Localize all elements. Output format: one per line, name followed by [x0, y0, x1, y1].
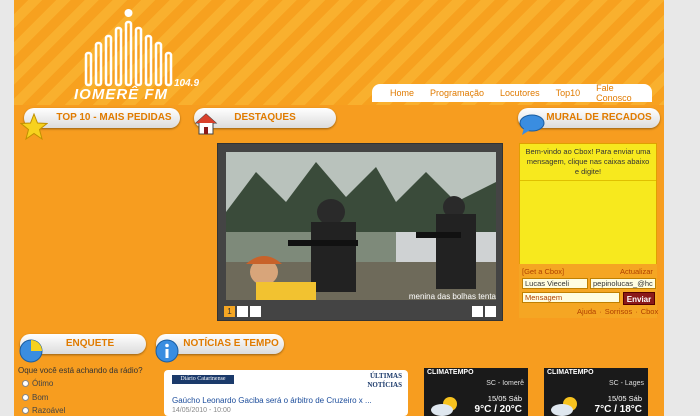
- cbox-name-field[interactable]: Lucas Vieceli: [522, 278, 588, 289]
- nav-programacao[interactable]: Programação: [422, 88, 492, 98]
- page: IOMERÊ FM 104.9 Home Programação Locutor…: [14, 0, 664, 416]
- cbox-help-link[interactable]: Ajuda: [577, 307, 596, 316]
- slide-caption: menina das bolhas tenta: [408, 292, 496, 301]
- poll-option-label: Ótimo: [32, 379, 54, 388]
- enquete-title-text: ENQUETE: [65, 338, 115, 349]
- cbox-smilies-link[interactable]: Sorrisos: [605, 307, 633, 316]
- pie-chart-icon: [19, 339, 43, 363]
- site-header: IOMERÊ FM 104.9 Home Programação Locutor…: [14, 0, 664, 105]
- nav-top10[interactable]: Top10: [548, 88, 589, 98]
- weather-widget-lages: CLIMATEMPO SC - Lages 15/05 Sáb 7°C / 18…: [544, 368, 648, 416]
- news-feed: Diário Catarinense ÚLTIMAS NOTÍCIAS Gaúc…: [164, 370, 408, 416]
- logo-text: IOMERÊ FM: [74, 86, 168, 103]
- weather-location: SC - Iomerê: [486, 380, 524, 387]
- house-icon: [194, 113, 218, 135]
- sun-cloud-icon: [551, 397, 577, 416]
- cbox-send-button[interactable]: Enviar: [623, 292, 655, 305]
- slide-image[interactable]: [226, 152, 496, 300]
- slide-pager: 1: [224, 306, 261, 317]
- weather-temp: 9°C / 20°C: [474, 404, 522, 415]
- cbox-message-field[interactable]: Mensagem: [522, 292, 620, 303]
- news-headline[interactable]: Gaúcho Leonardo Gaciba será o árbitro de…: [172, 396, 372, 405]
- get-cbox-link[interactable]: [Get a Cbox]: [522, 267, 564, 276]
- slide-page-2[interactable]: [237, 306, 248, 317]
- nav-home[interactable]: Home: [382, 88, 422, 98]
- radio-logo: [84, 9, 173, 87]
- speech-bubble-icon: [519, 114, 545, 135]
- radio-button[interactable]: [22, 407, 29, 414]
- poll-option-otimo[interactable]: Ótimo: [22, 379, 53, 388]
- cbox-home-link[interactable]: Cbox: [641, 307, 659, 316]
- poll-question: Oque você está achando da rádio?: [18, 366, 143, 375]
- logo-frequency: 104.9: [174, 78, 200, 89]
- radio-button[interactable]: [22, 380, 29, 387]
- poll-option-bom[interactable]: Bom: [22, 393, 48, 402]
- nav-fale-conosco[interactable]: Fale Conosco: [588, 83, 652, 103]
- sun-cloud-icon: [431, 397, 457, 416]
- destaques-title-text: DESTAQUES: [234, 112, 296, 123]
- slide-page-3[interactable]: [250, 306, 261, 317]
- slide-page-1[interactable]: 1: [224, 306, 235, 317]
- slide-prev-button[interactable]: [472, 306, 483, 317]
- info-icon: [155, 339, 179, 363]
- cbox-welcome-message: Bem-vindo ao Cbox! Para enviar uma mensa…: [520, 144, 656, 181]
- cbox-link-separator: ·: [635, 307, 638, 316]
- poll-option-label: Razoável: [32, 406, 66, 415]
- slide-controls: [472, 306, 496, 317]
- top10-title-text: TOP 10 - MAIS PEDIDAS: [56, 112, 172, 123]
- news-date: 14/05/2010 - 10:00: [172, 407, 231, 414]
- weather-widget-iomere: CLIMATEMPO SC - Iomerê 15/05 Sáb 9°C / 2…: [424, 368, 528, 416]
- highlights-slideshow[interactable]: menina das bolhas tenta: [217, 143, 503, 321]
- latest-news-label: ÚLTIMAS NOTÍCIAS: [367, 372, 402, 389]
- poll-option-label: Bom: [32, 393, 49, 402]
- cbox-link-separator: ·: [599, 307, 602, 316]
- radio-button[interactable]: [22, 394, 29, 401]
- star-icon: [20, 113, 48, 141]
- nav-locutores[interactable]: Locutores: [492, 88, 548, 98]
- weather-date: 15/05 Sáb: [607, 394, 642, 403]
- weather-location: SC - Lages: [608, 380, 644, 387]
- news-source-logo: Diário Catarinense: [172, 375, 234, 384]
- weather-brand: CLIMATEMPO: [547, 369, 594, 376]
- weather-brand: CLIMATEMPO: [427, 369, 474, 376]
- cbox-refresh-link[interactable]: Actualizar: [620, 267, 653, 276]
- main-nav: Home Programação Locutores Top10 Fale Co…: [372, 83, 652, 103]
- slide-next-button[interactable]: [485, 306, 496, 317]
- weather-temp: 7°C / 18°C: [594, 404, 642, 415]
- cbox-links: Ajuda · Sorrisos · Cbox: [577, 307, 658, 316]
- poll-option-razoavel[interactable]: Razoável: [22, 406, 65, 415]
- weather-date: 15/05 Sáb: [487, 394, 522, 403]
- cbox-email-field[interactable]: pepinolucas_@hc: [590, 278, 656, 289]
